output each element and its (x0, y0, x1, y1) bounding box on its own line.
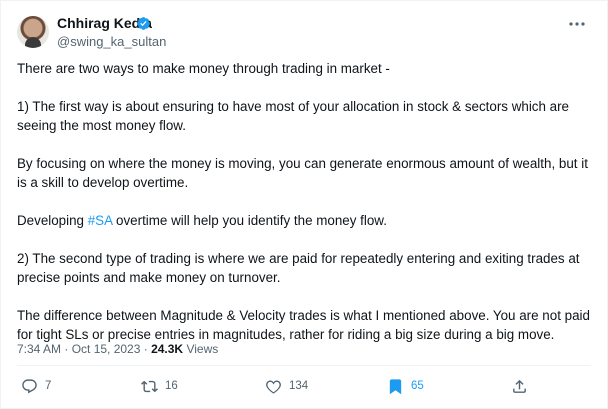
tweet-paragraph: The difference between Magnitude & Veloc… (17, 308, 590, 342)
tweet-paragraph: By focusing on where the money is moving… (17, 156, 588, 190)
like-count: 134 (289, 380, 309, 392)
tweet-text: Developing (17, 213, 88, 228)
share-icon (513, 379, 526, 393)
verified-badge-icon (137, 17, 150, 30)
tweet-card: Chhirag Kedia @swing_ka_sultan There are… (0, 0, 608, 409)
tweet-meta: 7:34 AM · Oct 15, 2023 · 24.3K Views (17, 342, 218, 356)
author-handle[interactable]: @swing_ka_sultan (57, 34, 166, 49)
avatar[interactable] (17, 16, 49, 48)
timestamp[interactable]: 7:34 AM · Oct 15, 2023 (17, 342, 140, 356)
divider (17, 365, 591, 366)
tweet-paragraph: There are two ways to make money through… (17, 61, 390, 76)
tweet-body: There are two ways to make money through… (17, 59, 597, 363)
retweet-icon (141, 380, 158, 392)
tweet-paragraph: Developing #SA overtime will help you id… (17, 211, 597, 230)
tweet-paragraph: 2) The second type of trading is where w… (17, 251, 580, 285)
tweet-text: overtime will help you identify the mone… (112, 213, 387, 228)
reply-icon (22, 378, 37, 393)
bookmark-count: 65 (411, 380, 424, 392)
meta-separator: · (140, 342, 152, 356)
heart-icon (266, 379, 281, 394)
tweet-paragraph: 1) The first way is about ensuring to ha… (17, 99, 570, 133)
retweet-count: 16 (165, 380, 178, 392)
views-count: 24.3K (151, 342, 184, 356)
reply-count: 7 (45, 380, 52, 392)
hashtag-link[interactable]: #SA (88, 213, 113, 228)
more-options-icon[interactable] (567, 19, 587, 29)
bookmark-button[interactable]: 65 (387, 376, 424, 396)
like-button[interactable]: 134 (265, 376, 308, 396)
share-button[interactable] (511, 376, 535, 396)
retweet-button[interactable]: 16 (141, 376, 178, 396)
reply-button[interactable]: 7 (21, 376, 51, 396)
bookmark-icon (389, 378, 402, 394)
views-label: Views (183, 342, 219, 356)
